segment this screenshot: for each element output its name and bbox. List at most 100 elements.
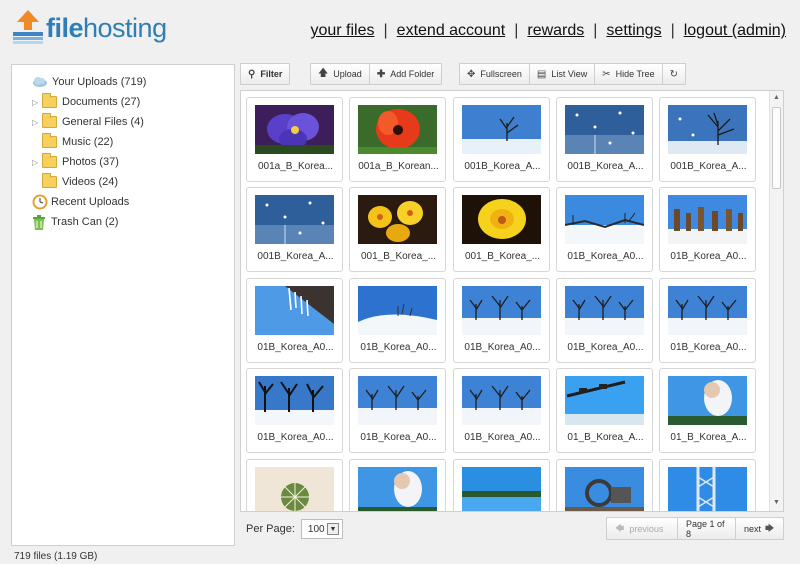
file-thumbnail[interactable] [556,459,653,511]
tree-folder-label: Music (22) [62,136,114,148]
expand-arrow-icon[interactable]: ▷ [32,158,42,167]
folder-tree-panel: Your Uploads (719) ▷ Documents (27) ▷ Ge… [11,64,235,546]
upload-button[interactable]: 🡅 Upload [310,63,370,85]
thumbnail-image [565,105,644,154]
next-button[interactable]: next 🡆 [736,517,784,540]
tree-folder-photos[interactable]: ▷ Photos (37) [32,153,119,171]
file-thumbnail[interactable]: 001B_Korea_A... [556,97,653,182]
thumbnail-caption: 001a_B_Korea... [257,161,334,172]
file-thumbnail[interactable]: 01B_Korea_A0... [453,368,550,453]
tree-root-label: Your Uploads (719) [52,76,147,88]
file-thumbnail[interactable] [246,459,343,511]
folder-icon [42,93,57,108]
list-icon: ▤ [536,68,547,80]
upload-toolbar: 🡅 Upload ✚ Add Folder [310,63,443,85]
folder-icon [42,153,57,168]
header: filehosting your files | extend account … [0,0,800,60]
file-thumbnail[interactable]: 01B_Korea_A0... [246,368,343,453]
file-thumbnail[interactable]: 01B_Korea_A0... [349,368,446,453]
logo[interactable]: filehosting [12,10,167,46]
file-thumbnail[interactable]: 001a_B_Korean... [349,97,446,182]
folder-icon [42,133,57,148]
thumbnail-image [358,376,437,425]
tree-folder-label: Photos (37) [62,156,119,168]
thumbnail-image [255,105,334,154]
file-thumbnail[interactable]: 001a_B_Korea... [246,97,343,182]
tree-folder-documents[interactable]: ▷ Documents (27) [32,93,140,111]
file-thumbnail[interactable]: 001B_Korea_A... [659,97,756,182]
thumbnail-caption: 01B_Korea_A0... [360,342,437,353]
thumbnail-caption: 001B_Korea_A... [670,161,747,172]
nav-settings[interactable]: settings [606,22,661,40]
file-thumbnail[interactable] [453,459,550,511]
thumbnail-caption: 01B_Korea_A0... [257,342,334,353]
file-thumbnail[interactable]: 01B_Korea_A0... [659,278,756,363]
arrow-up-icon: 🡅 [318,67,329,79]
scissors-icon: ✂ [602,68,611,80]
file-thumbnail[interactable]: 01B_Korea_A0... [246,278,343,363]
file-thumbnail[interactable]: 01B_Korea_A0... [556,278,653,363]
file-thumbnail[interactable]: 01_B_Korea_A... [556,368,653,453]
top-nav: your files | extend account | rewards | … [310,22,786,40]
add-folder-button[interactable]: ✚ Add Folder [369,63,443,85]
per-page-select[interactable]: 100 ▼ [300,519,343,539]
filter-button[interactable]: ⚲ Filter [240,63,291,85]
nav-extend-account[interactable]: extend account [397,22,506,40]
thumbnail-caption: 001_B_Korea_... [360,251,437,262]
expand-arrow-icon[interactable]: ▷ [32,118,42,127]
arrow-left-icon: 🡄 [615,522,625,533]
tree-folder-general-files[interactable]: ▷ General Files (4) [32,113,144,131]
scrollbar[interactable]: ▲ ▼ [769,91,783,511]
file-thumbnail[interactable]: 001B_Korea_A... [453,97,550,182]
trash-icon [32,214,46,230]
nav-rewards[interactable]: rewards [527,22,584,40]
tree-folder-videos[interactable]: Videos (24) [32,173,118,191]
filter-toolbar: ⚲ Filter [240,63,291,85]
scrollbar-thumb[interactable] [772,107,781,189]
thumbnail-image [462,105,541,154]
tree-root[interactable]: Your Uploads (719) [32,73,146,91]
thumbnail-caption: 001a_B_Korean... [358,161,439,172]
file-thumbnail[interactable]: 01B_Korea_A0... [349,278,446,363]
thumbnail-caption: 01_B_Korea_A... [567,432,644,443]
upload-logo-icon [12,10,44,46]
file-thumbnail[interactable] [659,459,756,511]
refresh-button[interactable]: ↻ [662,63,687,85]
tree-recent-uploads[interactable]: Recent Uploads [32,193,129,211]
file-thumbnail[interactable]: 01B_Korea_A0... [556,187,653,272]
thumbnail-image [462,286,541,335]
nav-logout[interactable]: logout (admin) [684,22,786,40]
thumbnail-caption: 01B_Korea_A0... [464,342,541,353]
file-thumbnail[interactable]: 01B_Korea_A0... [659,187,756,272]
scroll-up-icon[interactable]: ▲ [773,94,780,101]
scroll-down-icon[interactable]: ▼ [773,499,780,506]
thumbnail-caption: 01B_Korea_A0... [257,432,334,443]
nav-your-files[interactable]: your files [310,22,374,40]
file-thumbnail[interactable]: 001_B_Korea_... [349,187,446,272]
list-view-button[interactable]: ▤ List View [529,63,596,85]
file-thumbnail[interactable]: 01_B_Korea_A... [659,368,756,453]
tree-trash-can[interactable]: Trash Can (2) [32,213,118,231]
fullscreen-icon: ✥ [467,68,476,80]
storage-status: 719 files (1.19 GB) [14,551,98,562]
chevron-down-icon: ▼ [326,523,339,535]
file-thumbnail[interactable]: 01B_Korea_A0... [453,278,550,363]
tree-trash-label: Trash Can (2) [51,216,119,228]
file-thumbnail[interactable]: 001B_Korea_A... [246,187,343,272]
hide-tree-button[interactable]: ✂ Hide Tree [595,63,663,85]
thumbnail-caption: 01B_Korea_A0... [567,251,644,262]
expand-arrow-icon[interactable]: ▷ [32,98,42,107]
thumbnail-caption: 01B_Korea_A0... [464,432,541,443]
arrow-right-icon: 🡆 [765,522,775,533]
fullscreen-button[interactable]: ✥ Fullscreen [459,63,530,85]
thumbnail-caption: 01B_Korea_A0... [360,432,437,443]
tree-folder-music[interactable]: Music (22) [32,133,113,151]
search-icon: ⚲ [248,68,256,80]
tree-recent-label: Recent Uploads [51,196,130,208]
thumbnail-caption: 001B_Korea_A... [567,161,644,172]
file-thumbnail[interactable]: 001_B_Korea_... [453,187,550,272]
file-thumbnail[interactable] [349,459,446,511]
previous-button[interactable]: 🡄 previous [606,517,678,540]
tree-folder-label: Documents (27) [62,96,141,108]
thumbnail-image [565,467,644,511]
